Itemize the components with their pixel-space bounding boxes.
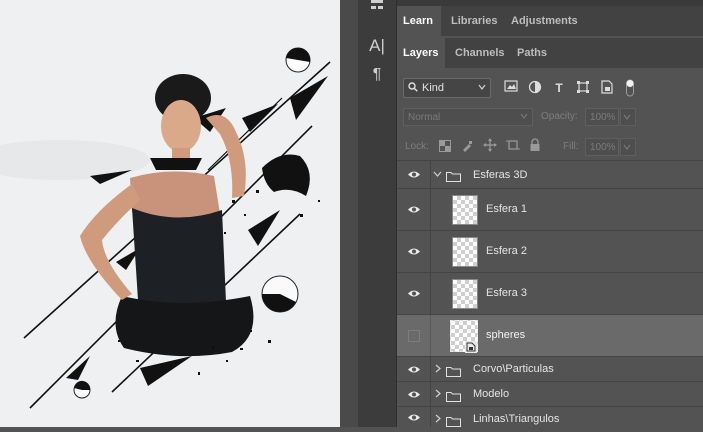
layer-name: Modelo — [473, 388, 510, 400]
fill-field[interactable]: 100% — [585, 138, 619, 156]
visibility-eye-icon[interactable] — [397, 231, 431, 272]
character-panel-icon[interactable]: A| — [358, 36, 396, 56]
folder-icon — [446, 414, 461, 432]
folder-icon — [446, 389, 461, 407]
visibility-eye-icon[interactable] — [397, 357, 431, 381]
properties-panel-icon[interactable] — [358, 0, 396, 16]
model-skirt — [115, 296, 254, 357]
layer-name: Esfera 1 — [486, 203, 527, 215]
layer-name: Esferas 3D — [473, 169, 528, 181]
document-canvas[interactable] — [0, 0, 340, 427]
kind-label: Kind — [422, 82, 445, 94]
triangle-shape — [290, 76, 328, 120]
shape-filter-icon[interactable] — [575, 80, 591, 96]
layers-tab-bar: Layers Channels Paths — [397, 38, 703, 68]
layer-group-linhas-triangulos[interactable]: Linhas\Triangulos — [397, 406, 703, 427]
layer-thumbnail — [452, 195, 478, 225]
triangle-shape — [248, 210, 280, 246]
lock-image-pixels-icon[interactable] — [461, 139, 473, 157]
visibility-eye-icon[interactable] — [397, 189, 431, 230]
image-filter-icon[interactable] — [503, 80, 519, 96]
layer-name: Esfera 2 — [486, 245, 527, 257]
lock-transparent-pixels-icon[interactable] — [439, 139, 451, 157]
model-choker — [150, 158, 202, 170]
visibility-toggle-empty[interactable] — [397, 315, 431, 356]
chevron-down-icon — [520, 111, 528, 124]
chevron-down-icon[interactable] — [433, 170, 442, 181]
adjustment-filter-icon[interactable] — [527, 80, 543, 96]
layer-thumbnail — [452, 237, 478, 267]
opacity-dropdown[interactable] — [620, 108, 636, 126]
tab-channels[interactable]: Channels — [449, 38, 507, 68]
layer-name: Esfera 3 — [486, 287, 527, 299]
visibility-eye-icon[interactable] — [397, 273, 431, 314]
opacity-label: Opacity: — [541, 111, 578, 122]
panel-gutter — [340, 0, 358, 427]
model-face — [161, 100, 201, 152]
chevron-down-icon — [623, 144, 631, 150]
layer-esfera-1[interactable]: Esfera 1 — [397, 188, 703, 230]
layers-panel: Learn Libraries Adjustments Layers Chann… — [397, 0, 703, 427]
layer-esfera-2[interactable]: Esfera 2 — [397, 230, 703, 272]
layer-thumbnail — [452, 279, 478, 309]
fill-dropdown[interactable] — [620, 138, 636, 156]
lock-artboard-icon[interactable] — [506, 138, 520, 157]
visibility-eye-icon[interactable] — [397, 407, 431, 427]
lock-all-icon[interactable] — [529, 138, 541, 157]
model-dress — [132, 208, 226, 308]
search-icon — [408, 81, 418, 95]
visibility-eye-icon[interactable] — [397, 161, 431, 188]
layer-group-modelo[interactable]: Modelo — [397, 381, 703, 406]
chevron-right-icon[interactable] — [434, 364, 442, 376]
collapsed-panels-strip: A| ¶ — [358, 0, 397, 427]
blend-mode-value: Normal — [408, 111, 441, 123]
layer-filter-kind-select[interactable]: Kind — [403, 78, 491, 98]
triangle-shape — [140, 356, 192, 386]
layer-name: Linhas\Triangulos — [473, 413, 560, 425]
top-tab-bar: Learn Libraries Adjustments — [397, 6, 703, 36]
filter-toggle[interactable] — [625, 78, 635, 98]
tab-layers[interactable]: Layers — [397, 38, 445, 68]
tab-libraries[interactable]: Libraries — [445, 6, 501, 36]
fill-label: Fill: — [563, 141, 579, 152]
blend-mode-select[interactable]: Normal — [403, 108, 533, 126]
chevron-right-icon[interactable] — [434, 389, 442, 401]
lock-label: Lock: — [405, 141, 429, 152]
chevron-right-icon[interactable] — [434, 414, 442, 426]
layer-name: spheres — [486, 329, 526, 341]
folder-icon — [446, 169, 461, 187]
folder-icon — [446, 364, 461, 382]
layer-spheres[interactable]: spheres — [397, 314, 703, 356]
tab-paths[interactable]: Paths — [511, 38, 551, 68]
tab-learn[interactable]: Learn — [397, 6, 441, 36]
lock-position-icon[interactable] — [483, 138, 497, 157]
chevron-down-icon — [478, 82, 486, 95]
layer-group-esferas-3d[interactable]: Esferas 3D — [397, 160, 703, 188]
visibility-eye-icon[interactable] — [397, 382, 431, 406]
layer-esfera-3[interactable]: Esfera 3 — [397, 272, 703, 314]
opacity-field[interactable]: 100% — [585, 108, 619, 126]
triangle-shape — [242, 104, 278, 132]
paragraph-panel-icon[interactable]: ¶ — [358, 66, 396, 84]
chevron-down-icon — [623, 114, 631, 120]
tab-adjustments[interactable]: Adjustments — [505, 6, 581, 36]
layer-group-corvo-particulas[interactable]: Corvo\Particulas — [397, 356, 703, 381]
smart-object-filter-icon[interactable] — [599, 80, 615, 96]
layer-name: Corvo\Particulas — [473, 363, 554, 375]
type-filter-icon[interactable]: T — [551, 80, 567, 96]
artwork — [0, 47, 331, 409]
crow — [262, 154, 310, 196]
